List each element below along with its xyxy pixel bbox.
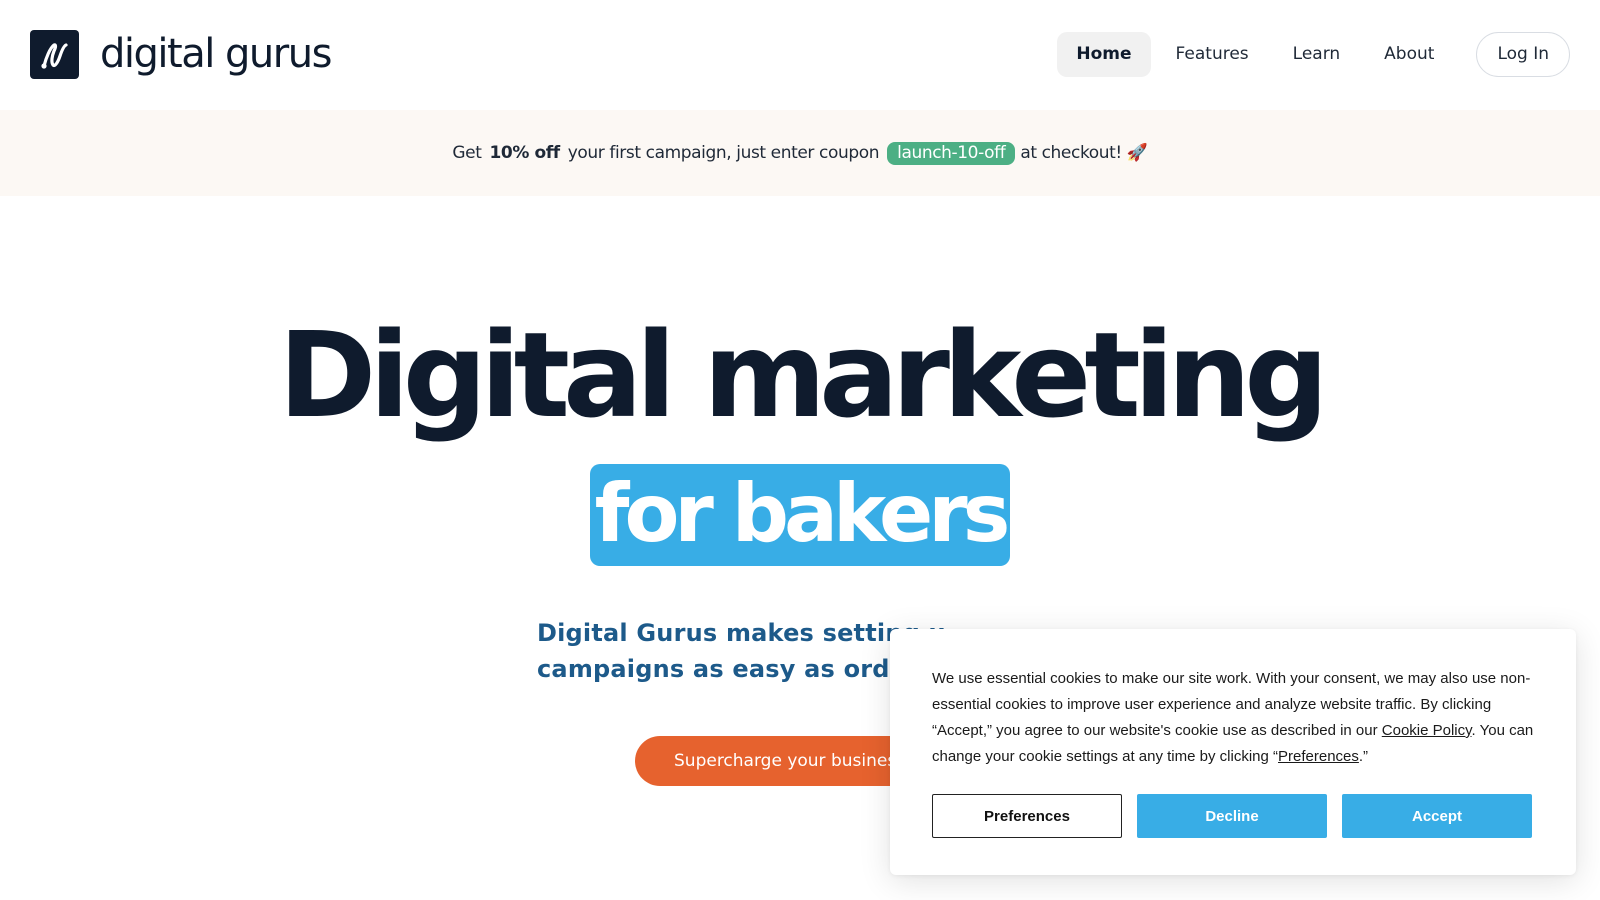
promo-suffix: at checkout! bbox=[1020, 143, 1122, 163]
cookie-message: We use essential cookies to make our sit… bbox=[932, 666, 1542, 770]
coupon-code-badge: launch-10-off bbox=[887, 141, 1016, 165]
nav-item-home[interactable]: Home bbox=[1057, 32, 1151, 77]
promo-banner: Get 10% off your first campaign, just en… bbox=[0, 110, 1600, 196]
nav-item-features[interactable]: Features bbox=[1157, 32, 1268, 77]
promo-discount: 10% off bbox=[489, 143, 560, 163]
brand-logo[interactable]: digital gurus bbox=[30, 30, 332, 79]
site-header: digital gurus Home Features Learn About … bbox=[0, 0, 1600, 110]
brand-name: digital gurus bbox=[100, 31, 332, 77]
hero-title: Digital marketing bbox=[278, 306, 1328, 444]
cookie-policy-link[interactable]: Cookie Policy bbox=[1382, 722, 1472, 739]
promo-prefix: Get bbox=[452, 143, 482, 163]
rocket-icon: 🚀 bbox=[1126, 143, 1148, 163]
nav-item-about[interactable]: About bbox=[1365, 32, 1453, 77]
hero-highlight: for bakers bbox=[590, 464, 1010, 566]
preferences-link[interactable]: Preferences bbox=[1278, 748, 1359, 765]
nav-item-learn[interactable]: Learn bbox=[1274, 32, 1360, 77]
decline-button[interactable]: Decline bbox=[1137, 794, 1327, 838]
preferences-button[interactable]: Preferences bbox=[932, 794, 1122, 838]
dg-swirl-logo-icon bbox=[30, 30, 79, 79]
cookie-consent-dialog: We use essential cookies to make our sit… bbox=[890, 629, 1576, 875]
login-button[interactable]: Log In bbox=[1476, 32, 1570, 77]
cookie-text-3: .” bbox=[1358, 748, 1369, 765]
promo-middle: your first campaign, just enter coupon bbox=[567, 143, 880, 163]
main-nav: Home Features Learn About Log In bbox=[1051, 32, 1570, 77]
accept-button[interactable]: Accept bbox=[1342, 794, 1532, 838]
